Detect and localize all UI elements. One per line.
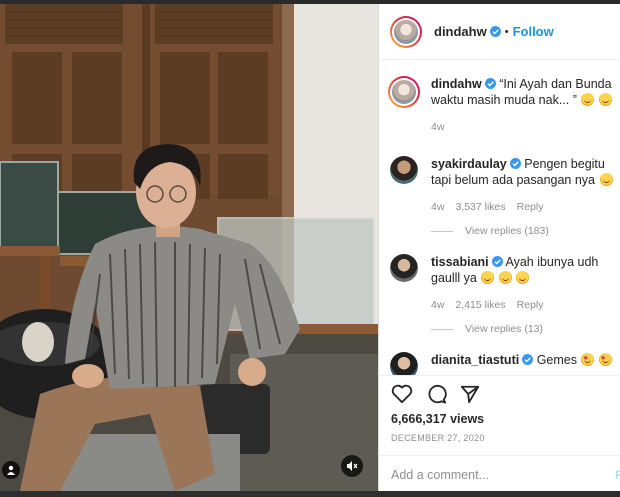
comment-item: dianita_tiastuti Gemes xyxy=(390,351,620,375)
verified-badge-icon xyxy=(509,158,521,169)
verified-badge-icon xyxy=(491,256,503,267)
comment-input[interactable] xyxy=(391,467,591,482)
reply-button[interactable]: Reply xyxy=(517,199,544,215)
add-comment-bar: P xyxy=(379,455,620,491)
view-replies-button[interactable]: View replies (183) xyxy=(431,225,549,237)
header-avatar[interactable] xyxy=(390,15,422,48)
share-paper-plane-icon[interactable] xyxy=(460,384,480,404)
verified-badge-icon xyxy=(522,354,534,365)
comments-list[interactable]: dindahw “Ini Ayah dan Bunda waktu masih … xyxy=(379,61,620,375)
comment-likes[interactable]: 3,537 likes xyxy=(455,199,505,215)
caption: dindahw “Ini Ayah dan Bunda waktu masih … xyxy=(388,76,620,135)
post-header: dindahw • Follow xyxy=(379,4,620,60)
post-actions: 6,666,317 views DECEMBER 27, 2020 P xyxy=(379,375,620,491)
comment-bubble-icon[interactable] xyxy=(426,384,447,404)
comment-likes[interactable]: 2,415 likes xyxy=(455,297,505,313)
view-count[interactable]: 6,666,317 views xyxy=(391,412,484,426)
view-replies-label: View replies (13) xyxy=(465,323,544,335)
laughing-tear-emoji xyxy=(581,93,595,106)
header-username[interactable]: dindahw xyxy=(434,24,487,39)
star-struck-emoji xyxy=(581,351,595,367)
post-comment-button[interactable]: P xyxy=(615,468,620,482)
tongue-wink-emoji xyxy=(498,271,512,284)
replies-divider xyxy=(431,328,453,330)
caption-time[interactable]: 4w xyxy=(431,119,444,135)
star-struck-emoji xyxy=(598,351,612,367)
verified-badge-icon xyxy=(484,78,496,89)
mute-icon[interactable] xyxy=(341,455,363,477)
comment-avatar[interactable] xyxy=(390,352,418,375)
post-date: DECEMBER 27, 2020 xyxy=(391,433,485,443)
laughing-emoji xyxy=(598,93,612,106)
replies-divider xyxy=(431,230,453,232)
reply-button[interactable]: Reply xyxy=(517,297,544,313)
view-replies-button[interactable]: View replies (13) xyxy=(431,323,543,335)
comment-username[interactable]: tissabiani xyxy=(431,255,489,269)
tongue-wink-emoji xyxy=(481,271,495,284)
tongue-wink-emoji xyxy=(516,271,530,284)
video-frame xyxy=(0,4,378,491)
post-sidebar: dindahw • Follow dindahw “Ini Ayah dan B… xyxy=(378,4,620,491)
post-video[interactable] xyxy=(0,4,378,491)
comment-time[interactable]: 4w xyxy=(431,199,444,215)
comment-time[interactable]: 4w xyxy=(431,297,444,313)
comment-text: Gemes xyxy=(536,353,577,367)
tagged-user-icon[interactable] xyxy=(2,461,20,479)
caption-avatar[interactable] xyxy=(388,76,420,108)
caption-username[interactable]: dindahw xyxy=(431,77,482,91)
like-heart-icon[interactable] xyxy=(391,384,413,404)
window-frame-bottom xyxy=(0,491,620,497)
comment-username[interactable]: syakirdaulay xyxy=(431,157,507,171)
comment-item: syakirdaulay Pengen begitu tapi belum ad… xyxy=(390,156,620,215)
comment-item: tissabiani Ayah ibunya udh gaulll ya 4w … xyxy=(390,254,620,313)
comment-avatar[interactable] xyxy=(390,254,418,282)
follow-button[interactable]: Follow xyxy=(513,24,554,39)
comment-username[interactable]: dianita_tiastuti xyxy=(431,353,519,367)
header-separator: • xyxy=(504,25,509,38)
upside-down-emoji xyxy=(599,173,613,186)
view-replies-label: View replies (183) xyxy=(465,225,549,237)
verified-badge-icon xyxy=(489,26,501,37)
comment-avatar[interactable] xyxy=(390,156,418,184)
